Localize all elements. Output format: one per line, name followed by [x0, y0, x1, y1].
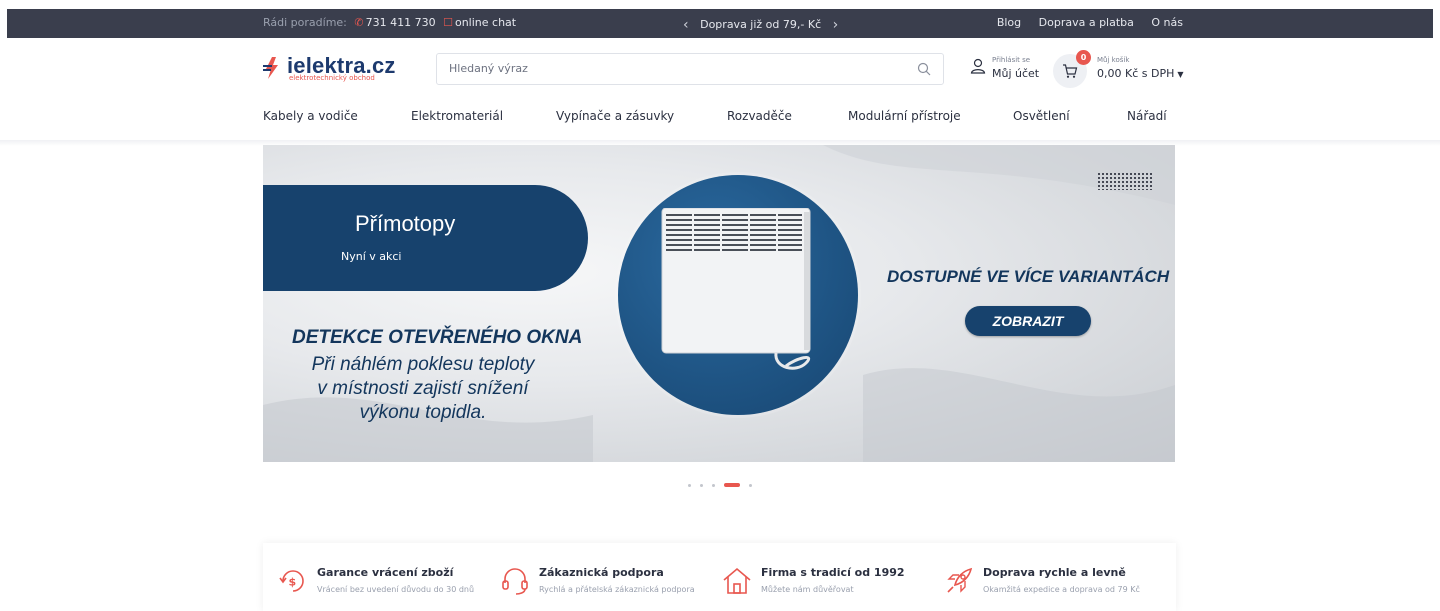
logo[interactable]: ielektra.cz elektrotechnický obchod [263, 53, 403, 84]
search-box [436, 53, 944, 85]
nav-item-tools[interactable]: Nářadí [1127, 109, 1167, 123]
banner-headline: DETEKCE OTEVŘENÉHO OKNA [292, 327, 583, 348]
account-label: Můj účet [992, 67, 1040, 80]
cart-count-badge: 0 [1076, 50, 1091, 65]
banner-desc-line: výkonu topidla. [359, 402, 487, 423]
lightning-logo-icon [263, 57, 278, 79]
nav-item-electromaterial[interactable]: Elektromateriál [411, 109, 503, 123]
user-icon [970, 58, 986, 74]
cart-icon [1063, 64, 1078, 78]
chat-icon: ☐ [443, 16, 453, 29]
top-links: Blog Doprava a platba O nás [983, 16, 1183, 29]
nav-item-cables[interactable]: Kabely a vodiče [263, 109, 358, 123]
feature-title: Doprava rychle a levně [983, 566, 1126, 579]
banner-subtitle: Nyní v akci [341, 250, 402, 263]
slide-dot[interactable] [712, 484, 715, 487]
house-icon [723, 567, 751, 594]
banner-desc-line: Při náhlém poklesu teploty [311, 354, 535, 375]
main-nav: Kabely a vodiče Elektromateriál Vypínače… [256, 109, 1176, 127]
account-button[interactable]: Přihlásit se Můj účet [970, 54, 1060, 84]
caret-down-icon: ▼ [1177, 70, 1184, 79]
banner-title: Přímotopy [355, 211, 456, 236]
slide-dot[interactable] [700, 484, 703, 487]
cart-total: 0,00 Kč s DPH ▼ [1097, 67, 1184, 80]
promo-banner[interactable]: Přímotopy Nyní v akci DETEKCE OTEVŘENÉHO… [263, 145, 1175, 462]
feature-subtitle: Rychlá a přátelská zákaznická podpora [539, 585, 695, 594]
search-icon[interactable] [917, 62, 931, 76]
title-pill: Přímotopy Nyní v akci [263, 185, 588, 291]
slider-pagination [686, 482, 756, 490]
nav-item-switches-sockets[interactable]: Vypínače a zásuvky [556, 109, 674, 123]
show-button[interactable]: ZOBRAZIT [965, 306, 1091, 336]
svg-text:$: $ [289, 576, 297, 589]
nav-item-lighting[interactable]: Osvětlení [1013, 109, 1070, 123]
heater-product-image [661, 208, 811, 370]
headset-icon [502, 568, 528, 595]
promo-text: Doprava již od 79,- Kč [700, 18, 822, 31]
feature-subtitle: Vrácení bez uvedení důvodu do 30 dnů [317, 585, 475, 594]
phone-icon: ✆ [354, 16, 364, 29]
cart-label: Můj košík [1097, 56, 1130, 64]
about-link[interactable]: O nás [1151, 16, 1183, 29]
variants-title: DOSTUPNÉ VE VÍCE VARIANTÁCH [887, 267, 1170, 286]
banner-desc-line: v místnosti zajistí snížení [317, 378, 529, 399]
blog-link[interactable]: Blog [997, 16, 1021, 29]
promo-prev-icon[interactable]: ‹ [675, 17, 697, 33]
slide-dot[interactable] [749, 484, 752, 487]
promo-carousel: ‹ Doprava již od 79,- Kč › [675, 16, 847, 33]
shipping-payment-link[interactable]: Doprava a platba [1039, 16, 1134, 29]
login-label: Přihlásit se [992, 56, 1031, 64]
phone-link[interactable]: 731 411 730 [366, 16, 436, 29]
banner-description: Při náhlém poklesu teploty v místnosti z… [293, 353, 553, 425]
rocket-icon [947, 567, 973, 593]
search-input[interactable] [449, 62, 899, 75]
cart-button[interactable]: 0 Můj košík 0,00 Kč s DPH ▼ [1053, 50, 1184, 88]
logo-subtitle: elektrotechnický obchod [289, 74, 375, 82]
top-bar: Rádi poradíme: ✆ 731 411 730 ☐ online chat… [7, 9, 1433, 38]
slide-dot[interactable] [688, 484, 691, 487]
dots-decoration [1097, 172, 1153, 190]
slide-dot-active[interactable] [724, 483, 740, 487]
feature-title: Firma s tradicí od 1992 [761, 566, 905, 579]
header: ielektra.cz elektrotechnický obchod Přih… [256, 50, 1184, 90]
advice-label: Rádi poradíme: [263, 16, 347, 29]
cart-total-value: 0,00 Kč s DPH [1097, 67, 1175, 80]
features-bar: $ Garance vrácení zboží Vrácení bez uved… [263, 543, 1176, 611]
feature-title: Garance vrácení zboží [317, 566, 454, 579]
online-chat-link[interactable]: online chat [455, 16, 516, 29]
promo-next-icon[interactable]: › [825, 17, 847, 33]
nav-item-modular-devices[interactable]: Modulární přístroje [848, 109, 961, 123]
money-back-icon: $ [279, 570, 304, 592]
contact-info: Rádi poradíme: ✆ 731 411 730 ☐ online chat [263, 16, 516, 29]
feature-subtitle: Můžete nám důvěřovat [761, 585, 854, 594]
feature-subtitle: Okamžitá expedice a doprava od 79 Kč [983, 585, 1140, 594]
feature-title: Zákaznická podpora [539, 566, 664, 579]
nav-item-switchboards[interactable]: Rozvaděče [727, 109, 792, 123]
